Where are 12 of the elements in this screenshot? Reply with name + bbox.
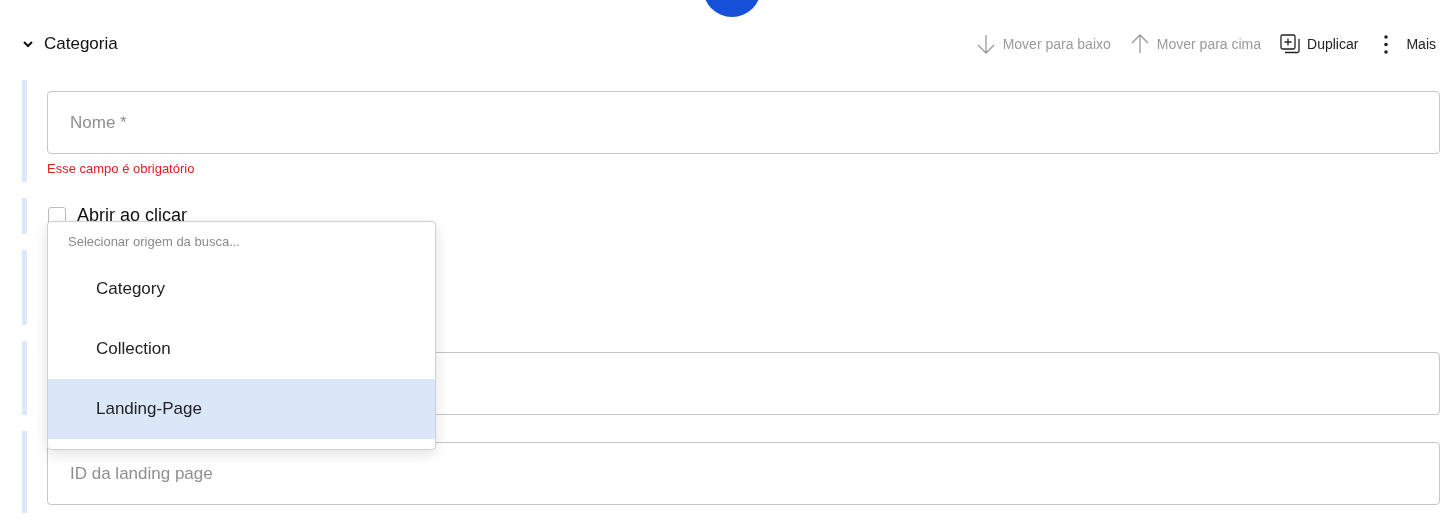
more-button[interactable]: Mais	[1376, 34, 1436, 54]
section-toggle[interactable]: Categoria	[22, 34, 118, 54]
field-placeholder: ID da landing page	[70, 463, 213, 484]
error-message: Esse campo é obrigatório	[47, 161, 196, 178]
dropdown-option[interactable]: Landing-Page	[48, 379, 435, 439]
more-icon	[1384, 34, 1389, 54]
chevron-icon	[22, 38, 34, 50]
field-placeholder: Nome *	[70, 112, 127, 133]
dropdown-option[interactable]: Category	[48, 259, 435, 319]
dropdown-option[interactable]: Collection	[48, 319, 435, 379]
duplicate-button[interactable]: Duplicar	[1279, 33, 1359, 55]
duplicate-icon	[1279, 33, 1302, 55]
